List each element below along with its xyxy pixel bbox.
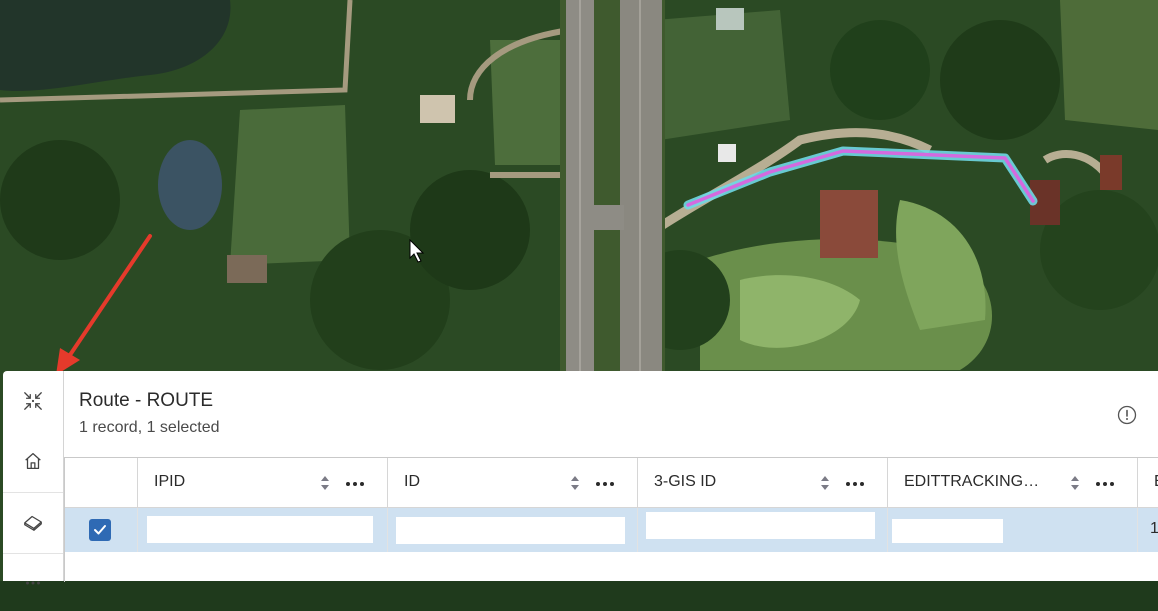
- sort-icon[interactable]: [320, 475, 330, 491]
- table-row[interactable]: 1: [65, 508, 1158, 552]
- sort-icon[interactable]: [1070, 475, 1080, 491]
- redacted-value: [147, 516, 373, 543]
- clear-selection-button[interactable]: [3, 494, 63, 550]
- column-options-icon[interactable]: [596, 482, 617, 486]
- sort-icon[interactable]: [570, 475, 580, 491]
- cell-e[interactable]: 1: [1138, 508, 1158, 552]
- row-select-cell: [65, 508, 138, 552]
- more-icon: [26, 581, 40, 585]
- tool-rail: [3, 371, 64, 585]
- column-header-ipid[interactable]: IPID: [138, 458, 388, 508]
- home-icon: [25, 453, 41, 469]
- redacted-value: [646, 512, 875, 539]
- cell-ipid[interactable]: [138, 508, 388, 552]
- home-button[interactable]: [3, 433, 63, 489]
- record-count: 1 record, 1 selected: [79, 419, 220, 436]
- sort-icon[interactable]: [820, 475, 830, 491]
- table-title: Route - ROUTE: [79, 390, 214, 411]
- column-options-icon[interactable]: [346, 482, 367, 486]
- column-header-e[interactable]: E: [1138, 458, 1158, 508]
- collapse-table-button[interactable]: [3, 373, 63, 429]
- checkmark-icon: [94, 525, 106, 535]
- column-options-icon[interactable]: [846, 482, 867, 486]
- cell-3gis-id[interactable]: [638, 508, 888, 552]
- row-checkbox[interactable]: [89, 519, 111, 541]
- redacted-value: [892, 519, 1003, 543]
- cell-id[interactable]: [388, 508, 638, 552]
- redacted-value: [396, 517, 625, 544]
- attribute-table: IPID ID 3-GIS ID EDITTRACKING…: [64, 457, 1158, 582]
- cell-edittracking[interactable]: [888, 508, 1138, 552]
- column-header-3gis-id[interactable]: 3-GIS ID: [638, 458, 888, 508]
- attribute-table-panel: Route - ROUTE 1 record, 1 selected IPID …: [64, 371, 1158, 582]
- info-icon[interactable]: [1117, 405, 1137, 425]
- eraser-icon: [24, 515, 42, 531]
- column-options-icon[interactable]: [1096, 482, 1117, 486]
- more-tools-button[interactable]: [3, 555, 63, 611]
- column-header-edittracking[interactable]: EDITTRACKING…: [888, 458, 1138, 508]
- select-all-header[interactable]: [65, 458, 138, 508]
- collapse-icon: [24, 392, 42, 410]
- column-header-id[interactable]: ID: [388, 458, 638, 508]
